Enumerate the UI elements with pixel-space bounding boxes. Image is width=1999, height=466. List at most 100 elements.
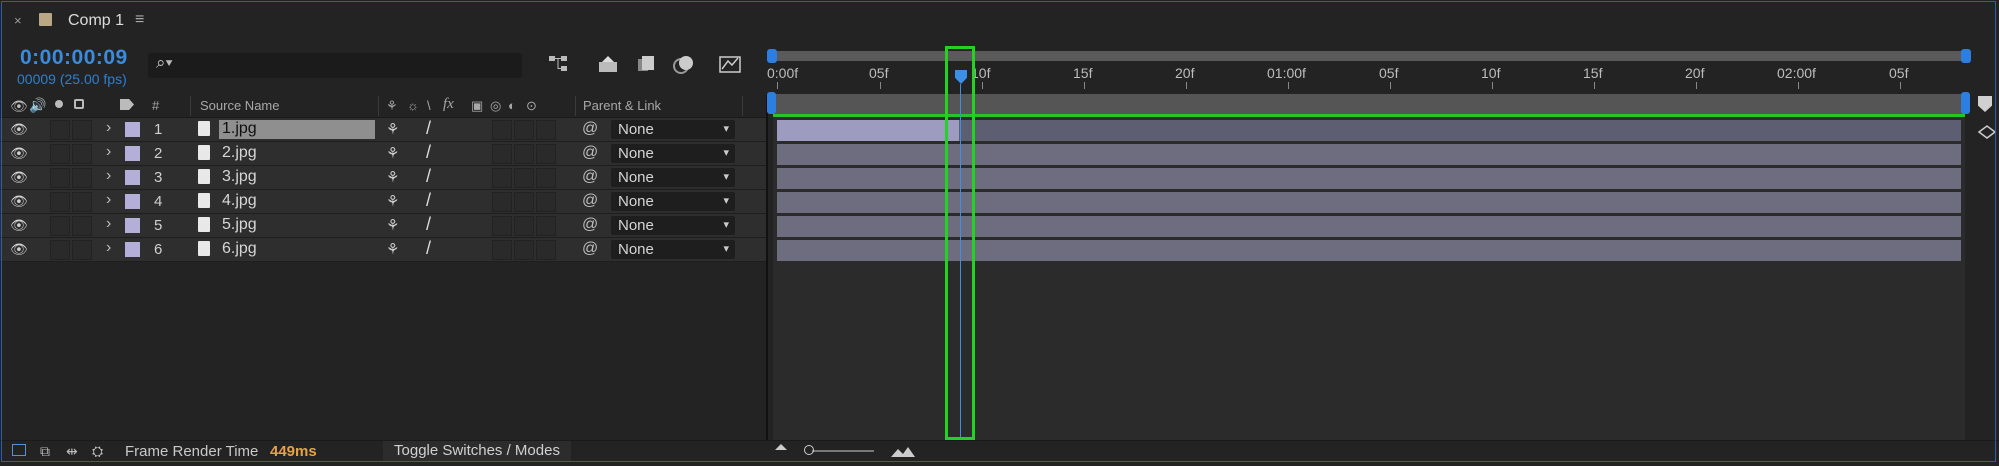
switch-box[interactable] <box>492 240 512 260</box>
panel-title[interactable]: Comp 1 <box>68 12 124 30</box>
parent-select[interactable]: None ▾ <box>611 120 735 139</box>
switch-box[interactable] <box>492 192 512 212</box>
in-out-icon[interactable]: ⇹ <box>66 443 78 460</box>
parent-select[interactable]: None ▾ <box>611 216 735 235</box>
layer-name[interactable]: 3.jpg <box>222 168 257 186</box>
parent-link-column-header[interactable]: Parent & Link <box>583 98 661 113</box>
layer-row[interactable]: 👁 › 6 6.jpg ⚘ / @ None ▾ <box>0 238 768 262</box>
switch-box[interactable] <box>514 216 534 236</box>
chevron-right-icon[interactable]: › <box>106 143 111 161</box>
pick-whip-icon[interactable]: @ <box>582 240 598 258</box>
layer-row[interactable]: 👁 › 5 5.jpg ⚘ / @ None ▾ <box>0 214 768 238</box>
motion-blur-switch-header[interactable]: ◎ <box>490 98 501 114</box>
layer-switches-icon[interactable] <box>12 444 26 456</box>
search-input[interactable] <box>148 53 522 78</box>
chevron-right-icon[interactable]: › <box>106 215 111 233</box>
shy-switch-icon[interactable]: ⚘ <box>386 192 399 210</box>
switch-box[interactable] <box>492 120 512 140</box>
quality-switch-icon[interactable]: / <box>426 190 431 211</box>
shy-switch-icon[interactable]: ⚘ <box>386 216 399 234</box>
parent-select[interactable]: None ▾ <box>611 192 735 211</box>
lock-toggle[interactable] <box>72 192 92 212</box>
switch-box[interactable] <box>514 120 534 140</box>
switch-box[interactable] <box>514 192 534 212</box>
pick-whip-icon[interactable]: @ <box>582 192 598 210</box>
label-color-swatch[interactable] <box>125 170 140 185</box>
draft-3d-icon[interactable] <box>596 54 620 79</box>
frame-blending-icon[interactable] <box>636 53 658 80</box>
lock-column-icon[interactable] <box>74 99 84 109</box>
fx-switch-header[interactable]: fx <box>443 96 454 113</box>
work-area-start-handle[interactable] <box>767 92 776 114</box>
eye-column-icon[interactable]: 👁 <box>10 98 28 115</box>
graph-editor-icon[interactable] <box>718 52 742 79</box>
label-color-swatch[interactable] <box>125 242 140 257</box>
parent-select[interactable]: None ▾ <box>611 168 735 187</box>
collapse-switch-header[interactable]: ☼ <box>407 98 419 113</box>
layer-name[interactable]: 4.jpg <box>222 192 257 210</box>
switch-box[interactable] <box>514 144 534 164</box>
3d-switch-header[interactable]: ⊙ <box>526 98 537 114</box>
pick-whip-icon[interactable]: @ <box>582 144 598 162</box>
switch-box[interactable] <box>536 120 556 140</box>
eye-icon[interactable]: 👁 <box>10 193 28 210</box>
panel-divider[interactable] <box>766 95 768 440</box>
switch-box[interactable] <box>492 144 512 164</box>
parent-select[interactable]: None ▾ <box>611 240 735 259</box>
number-column-header[interactable]: # <box>152 98 159 113</box>
shy-switch-icon[interactable]: ⚘ <box>386 144 399 162</box>
zoom-out-icon[interactable] <box>775 444 787 450</box>
audio-toggle[interactable] <box>50 120 70 140</box>
layer-row[interactable]: 👁 › 1 1.jpg ⚘ / @ None ▾ <box>0 118 768 142</box>
motion-blur-icon[interactable] <box>672 53 696 80</box>
toggle-switches-modes-button[interactable]: Toggle Switches / Modes <box>383 441 571 461</box>
layer-row[interactable]: 👁 › 4 4.jpg ⚘ / @ None ▾ <box>0 190 768 214</box>
chevron-right-icon[interactable]: › <box>106 119 111 137</box>
chevron-right-icon[interactable]: › <box>106 239 111 257</box>
close-icon[interactable]: × <box>14 13 22 28</box>
label-color-swatch[interactable] <box>125 146 140 161</box>
comp-button-icon[interactable] <box>1977 124 1997 145</box>
zoom-slider-knob[interactable] <box>804 445 814 455</box>
work-area-end-handle[interactable] <box>1961 92 1970 114</box>
switch-box[interactable] <box>536 168 556 188</box>
shy-switch-icon[interactable]: ⚘ <box>386 120 399 138</box>
layer-name[interactable]: 2.jpg <box>222 144 257 162</box>
switch-box[interactable] <box>514 168 534 188</box>
switch-box[interactable] <box>536 192 556 212</box>
chevron-right-icon[interactable]: › <box>106 167 111 185</box>
audio-toggle[interactable] <box>50 144 70 164</box>
audio-toggle[interactable] <box>50 168 70 188</box>
switch-box[interactable] <box>536 240 556 260</box>
label-color-swatch[interactable] <box>125 218 140 233</box>
adjustment-switch-header[interactable]: ◐ <box>508 98 516 113</box>
chevron-right-icon[interactable]: › <box>106 191 111 209</box>
eye-icon[interactable]: 👁 <box>10 217 28 234</box>
quality-switch-icon[interactable]: / <box>426 166 431 187</box>
eye-icon[interactable]: 👁 <box>10 121 28 138</box>
flowchart-icon[interactable] <box>547 54 571 79</box>
layer-name[interactable]: 1.jpg <box>219 120 375 139</box>
audio-column-icon[interactable]: 🔊 <box>29 97 46 114</box>
pick-whip-icon[interactable]: @ <box>582 120 598 138</box>
eye-icon[interactable]: 👁 <box>10 241 28 258</box>
time-navigator-end-handle[interactable] <box>1961 49 1971 63</box>
quality-switch-header[interactable]: \ <box>427 98 431 113</box>
current-time-display[interactable]: 0:00:00:09 <box>20 46 128 70</box>
solo-column-icon[interactable] <box>55 100 63 108</box>
layer-row[interactable]: 👁 › 3 3.jpg ⚘ / @ None ▾ <box>0 166 768 190</box>
panel-menu-icon[interactable]: ≡ <box>135 11 144 29</box>
switch-box[interactable] <box>492 168 512 188</box>
render-time-icon[interactable]: ⛭ <box>92 443 103 460</box>
layer-row[interactable]: 👁 › 2 2.jpg ⚘ / @ None ▾ <box>0 142 768 166</box>
eye-icon[interactable]: 👁 <box>10 145 28 162</box>
parent-select[interactable]: None ▾ <box>611 144 735 163</box>
lock-toggle[interactable] <box>72 240 92 260</box>
zoom-slider-track[interactable] <box>812 450 874 452</box>
shy-switch-icon[interactable]: ⚘ <box>386 168 399 186</box>
lock-toggle[interactable] <box>72 216 92 236</box>
zoom-in-icon[interactable] <box>891 445 915 463</box>
lock-toggle[interactable] <box>72 120 92 140</box>
label-color-swatch[interactable] <box>125 194 140 209</box>
lock-toggle[interactable] <box>72 144 92 164</box>
